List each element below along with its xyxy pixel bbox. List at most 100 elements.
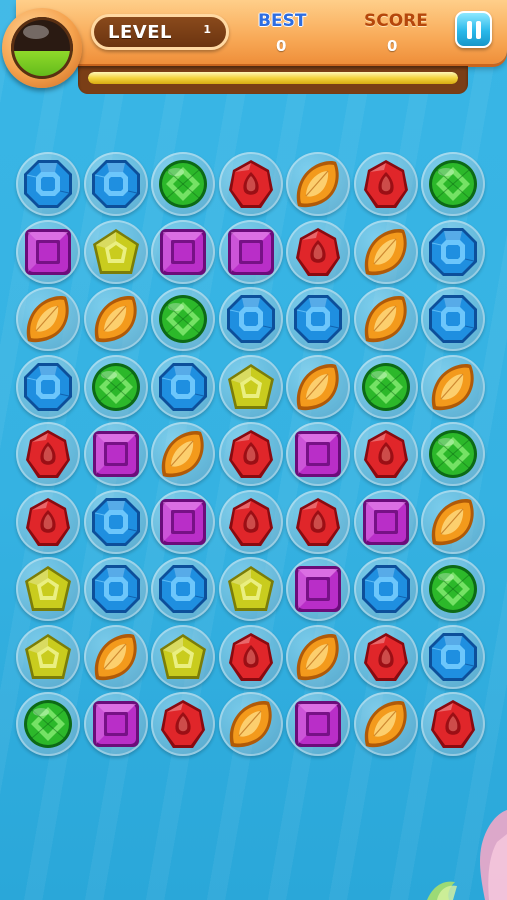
red-drop-gem-icon — [228, 160, 273, 208]
board-cell[interactable] — [286, 557, 350, 621]
board-cell[interactable] — [421, 692, 485, 756]
orange-leaf-gem-icon — [431, 363, 474, 410]
board-cell[interactable] — [151, 557, 215, 621]
board-cell[interactable] — [16, 489, 80, 554]
board-cell[interactable] — [16, 557, 80, 621]
board-cell[interactable] — [353, 624, 418, 689]
board-cell[interactable] — [218, 152, 283, 216]
board-cell[interactable] — [421, 624, 485, 689]
orange-leaf-gem-icon — [431, 498, 474, 545]
board-cell[interactable] — [218, 354, 283, 419]
purple-square-gem-icon — [25, 228, 71, 275]
board-cell[interactable] — [286, 287, 350, 351]
board-cell[interactable] — [218, 624, 283, 689]
purple-square-gem-icon — [160, 228, 206, 275]
purple-square-gem-icon — [92, 701, 139, 747]
orange-leaf-gem-icon — [161, 431, 204, 478]
yellow-pentagon-gem-icon — [25, 633, 71, 679]
board-cell[interactable] — [16, 354, 80, 419]
score-value: 0 — [387, 37, 398, 55]
blue-octagon-gem-icon — [429, 227, 477, 276]
board-cell[interactable] — [421, 354, 485, 419]
board-cell[interactable] — [353, 557, 418, 621]
blue-octagon-gem-icon — [226, 295, 275, 343]
purple-square-gem-icon — [295, 701, 341, 747]
board-cell[interactable] — [421, 557, 485, 621]
board-cell[interactable] — [286, 422, 350, 486]
board-cell[interactable] — [421, 422, 485, 486]
green-round-gem-icon — [429, 430, 477, 478]
board-cell[interactable] — [16, 422, 80, 486]
blue-octagon-gem-icon — [159, 362, 207, 411]
board-cell[interactable] — [286, 489, 350, 554]
orange-leaf-gem-icon — [364, 296, 407, 343]
level-label: LEVEL — [108, 22, 172, 43]
board-cell[interactable] — [218, 287, 283, 351]
orange-leaf-gem-icon — [94, 296, 137, 343]
gem-board — [16, 152, 492, 762]
board-cell[interactable] — [151, 692, 215, 756]
coral-decoration-icon — [427, 810, 507, 900]
purple-square-gem-icon — [295, 431, 341, 477]
purple-square-gem-icon — [362, 498, 409, 545]
red-drop-gem-icon — [228, 430, 273, 478]
board-cell[interactable] — [151, 219, 215, 284]
board-cell[interactable] — [151, 624, 215, 689]
board-cell[interactable] — [218, 422, 283, 486]
board-cell[interactable] — [16, 692, 80, 756]
pause-button[interactable] — [455, 11, 492, 48]
green-round-gem-icon — [429, 565, 477, 613]
board-cell[interactable] — [83, 287, 148, 351]
board-cell[interactable] — [16, 219, 80, 284]
orange-leaf-gem-icon — [229, 701, 272, 748]
board-cell[interactable] — [151, 152, 215, 216]
blue-octagon-gem-icon — [429, 295, 477, 343]
board-cell[interactable] — [218, 557, 283, 621]
blue-octagon-gem-icon — [24, 362, 72, 411]
board-cell[interactable] — [286, 219, 350, 284]
board-cell[interactable] — [151, 354, 215, 419]
board-cell[interactable] — [421, 219, 485, 284]
board-cell[interactable] — [421, 489, 485, 554]
board-cell[interactable] — [353, 287, 418, 351]
board-cell[interactable] — [353, 692, 418, 756]
board-cell[interactable] — [353, 152, 418, 216]
red-drop-gem-icon — [363, 632, 408, 681]
board-cell[interactable] — [286, 152, 350, 216]
board-cell[interactable] — [83, 489, 148, 554]
board-cell[interactable] — [286, 692, 350, 756]
board-cell[interactable] — [16, 152, 80, 216]
board-cell[interactable] — [151, 489, 215, 554]
board-cell[interactable] — [353, 219, 418, 284]
board-cell[interactable] — [151, 287, 215, 351]
board-cell[interactable] — [83, 692, 148, 756]
board-cell[interactable] — [83, 152, 148, 216]
board-cell[interactable] — [83, 422, 148, 486]
board-cell[interactable] — [421, 152, 485, 216]
board-cell[interactable] — [286, 624, 350, 689]
red-drop-gem-icon — [363, 430, 408, 478]
orange-leaf-gem-icon — [296, 161, 339, 208]
board-cell[interactable] — [218, 219, 283, 284]
board-cell[interactable] — [83, 219, 148, 284]
board-cell[interactable] — [421, 287, 485, 351]
orange-leaf-gem-icon — [94, 633, 137, 680]
board-cell[interactable] — [353, 354, 418, 419]
board-cell[interactable] — [218, 489, 283, 554]
board-cell[interactable] — [83, 354, 148, 419]
board-cell[interactable] — [83, 557, 148, 621]
level-progress-bar — [88, 72, 458, 84]
board-cell[interactable] — [353, 422, 418, 486]
board-cell[interactable] — [16, 287, 80, 351]
board-cell[interactable] — [218, 692, 283, 756]
orange-leaf-gem-icon — [364, 228, 407, 275]
blue-octagon-gem-icon — [91, 160, 140, 208]
board-cell[interactable] — [151, 422, 215, 486]
orange-leaf-gem-icon — [296, 363, 339, 410]
green-round-gem-icon — [159, 295, 207, 343]
board-cell[interactable] — [83, 624, 148, 689]
board-cell[interactable] — [286, 354, 350, 419]
board-cell[interactable] — [353, 489, 418, 554]
blue-octagon-gem-icon — [429, 632, 477, 681]
board-cell[interactable] — [16, 624, 80, 689]
